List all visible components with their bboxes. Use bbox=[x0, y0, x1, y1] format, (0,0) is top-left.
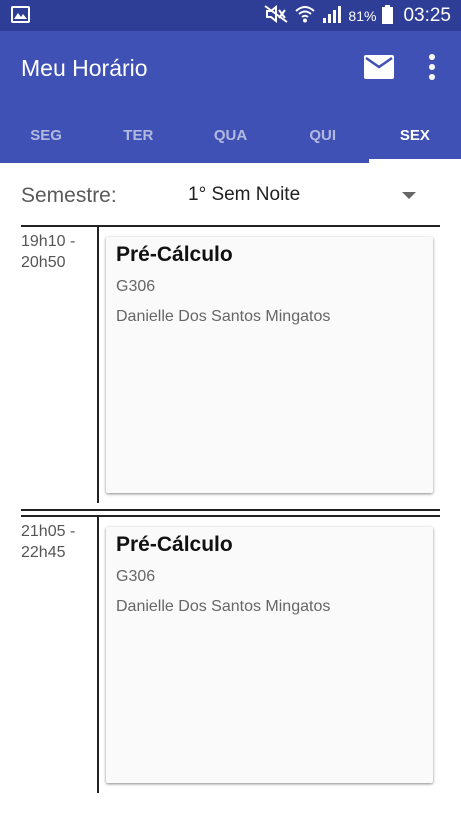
course-name: Pré-Cálculo bbox=[116, 533, 233, 556]
semester-row: Semestre: 1° Sem Noite bbox=[0, 165, 461, 225]
wifi-icon bbox=[294, 5, 316, 27]
dropdown-arrow-icon bbox=[402, 192, 416, 199]
teacher: Danielle Dos Santos Mingatos bbox=[116, 308, 331, 325]
semester-dropdown[interactable]: 1° Sem Noite bbox=[186, 177, 426, 213]
schedule-slot: 19h10 - 20h50 Pré-Cálculo G306 Danielle … bbox=[0, 227, 461, 503]
semester-value: 1° Sem Noite bbox=[188, 184, 301, 205]
slot-time: 21h05 - 22h45 bbox=[21, 523, 76, 561]
more-vert-icon[interactable] bbox=[424, 52, 440, 82]
gallery-notification-icon bbox=[11, 6, 30, 23]
teacher: Danielle Dos Santos Mingatos bbox=[116, 598, 331, 615]
tab-qui[interactable]: QUI bbox=[277, 113, 369, 163]
page-title: Meu Horário bbox=[21, 55, 148, 81]
slot-separator bbox=[97, 227, 99, 503]
mail-icon[interactable] bbox=[364, 55, 394, 79]
slot-time: 19h10 - 20h50 bbox=[21, 233, 76, 271]
battery-icon bbox=[382, 4, 394, 28]
course-name: Pré-Cálculo bbox=[116, 243, 233, 266]
tab-ter[interactable]: TER bbox=[92, 113, 184, 163]
day-tabs: SEG TER QUA QUI SEX bbox=[0, 113, 461, 163]
app-bar: Meu Horário SEG TER QUA QUI SEX bbox=[0, 31, 461, 163]
tab-seg[interactable]: SEG bbox=[0, 113, 92, 163]
schedule-slot: 21h05 - 22h45 Pré-Cálculo G306 Danielle … bbox=[0, 517, 461, 793]
class-card[interactable]: Pré-Cálculo G306 Danielle Dos Santos Min… bbox=[106, 237, 433, 493]
tab-sex[interactable]: SEX bbox=[368, 113, 461, 163]
status-bar: 81% 03:25 bbox=[0, 0, 461, 31]
room: G306 bbox=[116, 278, 156, 295]
room: G306 bbox=[116, 568, 156, 585]
status-time: 03:25 bbox=[403, 5, 451, 26]
class-card[interactable]: Pré-Cálculo G306 Danielle Dos Santos Min… bbox=[106, 527, 433, 783]
slot-divider bbox=[21, 509, 440, 511]
tab-qua[interactable]: QUA bbox=[184, 113, 276, 163]
semester-label: Semestre: bbox=[21, 184, 117, 207]
signal-icon bbox=[322, 5, 342, 27]
slot-separator bbox=[97, 517, 99, 793]
mute-icon bbox=[264, 4, 289, 27]
battery-percent: 81% bbox=[348, 8, 377, 24]
